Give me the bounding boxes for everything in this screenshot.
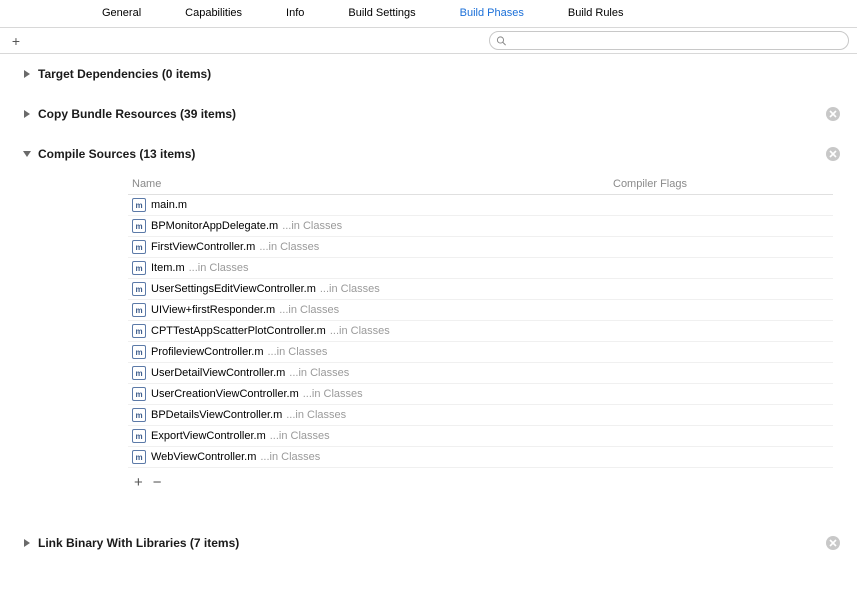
- file-name: Item.m: [151, 262, 185, 274]
- phase-title: Link Binary With Libraries (7 items): [38, 536, 239, 550]
- tab-build-phases[interactable]: Build Phases: [438, 4, 546, 22]
- add-phase-button[interactable]: +: [8, 33, 24, 49]
- m-file-icon: m: [132, 450, 146, 464]
- spacer: [0, 493, 857, 523]
- tab-info[interactable]: Info: [264, 4, 326, 22]
- file-name: UIView+firstResponder.m: [151, 304, 275, 316]
- remove-file-button[interactable]: −: [153, 474, 162, 491]
- file-name: UserCreationViewController.m: [151, 388, 299, 400]
- phase-header[interactable]: Copy Bundle Resources (39 items): [0, 94, 857, 134]
- file-name: CPTTestAppScatterPlotController.m: [151, 325, 326, 337]
- phase-title: Target Dependencies (0 items): [38, 67, 211, 81]
- file-name: UserSettingsEditViewController.m: [151, 283, 316, 295]
- tab-build-settings[interactable]: Build Settings: [326, 4, 437, 22]
- phase-title: Compile Sources (13 items): [38, 147, 195, 161]
- m-file-icon: m: [132, 198, 146, 212]
- table-row[interactable]: m UserDetailViewController.m ...in Classes: [128, 363, 833, 384]
- file-path: ...in Classes: [303, 388, 363, 400]
- table-row[interactable]: m BPDetailsViewController.m ...in Classes: [128, 405, 833, 426]
- search-input[interactable]: [489, 31, 849, 50]
- file-path: ...in Classes: [260, 451, 320, 463]
- table-row[interactable]: m ProfileviewController.m ...in Classes: [128, 342, 833, 363]
- file-path: ...in Classes: [279, 304, 339, 316]
- phase-link-binary: Link Binary With Libraries (7 items): [0, 523, 857, 563]
- m-file-icon: m: [132, 282, 146, 296]
- m-file-icon: m: [132, 261, 146, 275]
- search-wrap: [489, 31, 849, 50]
- file-name: WebViewController.m: [151, 451, 256, 463]
- file-list: m main.m m BPMonitorAppDelegate.m ...in Clas…: [128, 195, 833, 468]
- file-path: ...in Classes: [286, 409, 346, 421]
- row-actions: + −: [128, 468, 833, 493]
- table-header: Name Compiler Flags: [128, 174, 833, 195]
- file-path: ...in Classes: [270, 430, 330, 442]
- phase-header[interactable]: Target Dependencies (0 items): [0, 54, 857, 94]
- m-file-icon: m: [132, 324, 146, 338]
- file-path: ...in Classes: [282, 220, 342, 232]
- file-name: ExportViewController.m: [151, 430, 266, 442]
- file-name: main.m: [151, 199, 187, 211]
- tab-capabilities[interactable]: Capabilities: [163, 4, 264, 22]
- file-path: ...in Classes: [189, 262, 249, 274]
- phase-copy-bundle-resources: Copy Bundle Resources (39 items): [0, 94, 857, 134]
- table-row[interactable]: m main.m: [128, 195, 833, 216]
- tab-build-rules[interactable]: Build Rules: [546, 4, 646, 22]
- table-row[interactable]: m UserSettingsEditViewController.m ...in C…: [128, 279, 833, 300]
- remove-phase-icon[interactable]: [825, 146, 841, 162]
- m-file-icon: m: [132, 387, 146, 401]
- phase-header[interactable]: Link Binary With Libraries (7 items): [0, 523, 857, 563]
- file-path: ...in Classes: [320, 283, 380, 295]
- toolbar: +: [0, 28, 857, 54]
- add-file-button[interactable]: +: [134, 474, 143, 491]
- file-name: BPMonitorAppDelegate.m: [151, 220, 278, 232]
- column-compiler-flags[interactable]: Compiler Flags: [613, 178, 833, 190]
- phases-container: Target Dependencies (0 items) Copy Bundl…: [0, 54, 857, 563]
- disclosure-down-icon: [22, 149, 32, 159]
- phase-compile-sources: Compile Sources (13 items) Name Compiler…: [0, 134, 857, 493]
- table-row[interactable]: m FirstViewController.m ...in Classes: [128, 237, 833, 258]
- file-name: FirstViewController.m: [151, 241, 255, 253]
- file-path: ...in Classes: [259, 241, 319, 253]
- table-row[interactable]: m Item.m ...in Classes: [128, 258, 833, 279]
- table-row[interactable]: m BPMonitorAppDelegate.m ...in Classes: [128, 216, 833, 237]
- table-row[interactable]: m UserCreationViewController.m ...in Class…: [128, 384, 833, 405]
- m-file-icon: m: [132, 366, 146, 380]
- phase-header[interactable]: Compile Sources (13 items): [0, 134, 857, 174]
- m-file-icon: m: [132, 240, 146, 254]
- table-row[interactable]: m WebViewController.m ...in Classes: [128, 447, 833, 468]
- table-row[interactable]: m CPTTestAppScatterPlotController.m ...in …: [128, 321, 833, 342]
- disclosure-right-icon: [22, 109, 32, 119]
- phase-body: Name Compiler Flags m main.m m BPMonitorApp…: [0, 174, 857, 493]
- file-path: ...in Classes: [267, 346, 327, 358]
- tab-bar: General Capabilities Info Build Settings…: [0, 0, 857, 28]
- file-path: ...in Classes: [289, 367, 349, 379]
- m-file-icon: m: [132, 408, 146, 422]
- phase-target-dependencies: Target Dependencies (0 items): [0, 54, 857, 94]
- m-file-icon: m: [132, 345, 146, 359]
- search-icon: [496, 35, 507, 46]
- file-name: BPDetailsViewController.m: [151, 409, 282, 421]
- column-name[interactable]: Name: [132, 178, 613, 190]
- remove-phase-icon[interactable]: [825, 106, 841, 122]
- m-file-icon: m: [132, 303, 146, 317]
- m-file-icon: m: [132, 219, 146, 233]
- file-name: ProfileviewController.m: [151, 346, 263, 358]
- remove-phase-icon[interactable]: [825, 535, 841, 551]
- phase-title: Copy Bundle Resources (39 items): [38, 107, 236, 121]
- disclosure-right-icon: [22, 69, 32, 79]
- table-row[interactable]: m UIView+firstResponder.m ...in Classes: [128, 300, 833, 321]
- file-path: ...in Classes: [330, 325, 390, 337]
- file-name: UserDetailViewController.m: [151, 367, 285, 379]
- m-file-icon: m: [132, 429, 146, 443]
- disclosure-right-icon: [22, 538, 32, 548]
- tab-general[interactable]: General: [80, 4, 163, 22]
- table-row[interactable]: m ExportViewController.m ...in Classes: [128, 426, 833, 447]
